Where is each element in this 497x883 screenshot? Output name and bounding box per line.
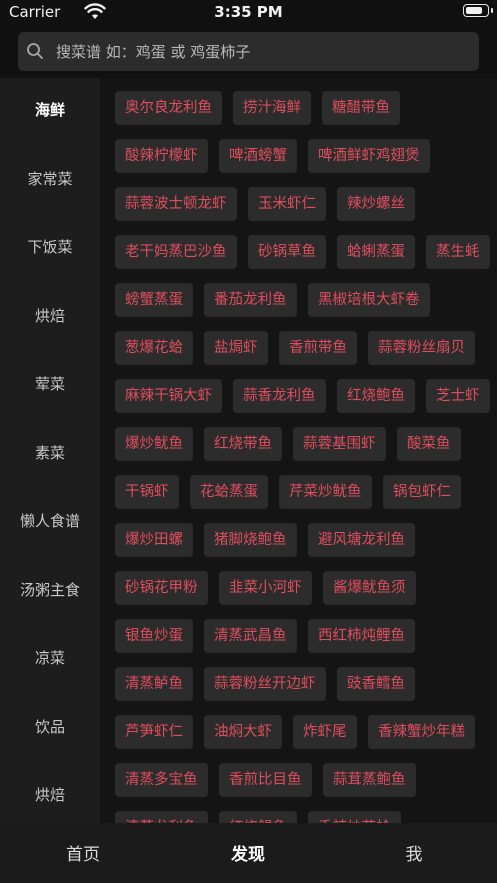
recipe-chip[interactable]: 香辣蟹炒年糕	[368, 715, 475, 749]
recipe-chip[interactable]: 蒜蓉粉丝扇贝	[368, 331, 475, 365]
recipe-chip[interactable]: 奥尔良龙利鱼	[115, 91, 222, 125]
tab-item[interactable]: 我	[369, 840, 459, 865]
sidebar-category-item[interactable]: 荤菜	[0, 369, 100, 399]
recipe-chip[interactable]: 爆炒鱿鱼	[115, 427, 193, 461]
sidebar-category-item[interactable]: 饮品	[0, 712, 100, 742]
sidebar-category-item[interactable]: 下饭菜	[0, 232, 100, 262]
recipe-chip[interactable]: 番茄龙利鱼	[204, 283, 297, 317]
recipe-chip[interactable]: 蛤蜊蒸蛋	[337, 235, 415, 269]
recipe-chip[interactable]: 香辣炒花蛤	[308, 811, 401, 823]
recipe-chip[interactable]: 清蒸武昌鱼	[204, 619, 297, 653]
recipe-chip[interactable]: 香煎带鱼	[279, 331, 357, 365]
recipe-chip[interactable]: 锅包虾仁	[383, 475, 461, 509]
recipe-chip[interactable]: 红烧鲳鱼	[219, 811, 297, 823]
recipe-chip[interactable]: 蒜蓉波士顿龙虾	[115, 187, 237, 221]
search-bar[interactable]	[18, 32, 479, 71]
recipe-chip[interactable]: 芹菜炒鱿鱼	[279, 475, 372, 509]
recipe-chip[interactable]: 油焖大虾	[204, 715, 282, 749]
recipe-chip[interactable]: 干锅虾	[115, 475, 179, 509]
recipe-chip[interactable]: 避风塘龙利鱼	[308, 523, 415, 557]
sidebar-category-item[interactable]: 汤粥主食	[0, 575, 100, 605]
recipe-chip[interactable]: 蒜茸蒸鲍鱼	[323, 763, 416, 797]
recipe-chip[interactable]: 辣炒螺丝	[337, 187, 415, 221]
search-icon	[27, 43, 43, 59]
status-bar: Carrier 3:35 PM	[0, 0, 497, 24]
sidebar-category-item[interactable]: 家常菜	[0, 164, 100, 194]
battery-level	[466, 7, 483, 14]
recipe-chip[interactable]: 西红柿炖鲤鱼	[308, 619, 415, 653]
recipe-chip[interactable]: 红烧鲍鱼	[337, 379, 415, 413]
recipe-chip[interactable]: 葱爆花蛤	[115, 331, 193, 365]
recipe-chip[interactable]: 蒜蓉基围虾	[293, 427, 386, 461]
recipe-chip[interactable]: 酸辣柠檬虾	[115, 139, 208, 173]
sidebar-category-item[interactable]: 懒人食谱	[0, 506, 100, 536]
recipe-chip[interactable]: 糖醋带鱼	[322, 91, 400, 125]
recipe-chip[interactable]: 啤酒鲜虾鸡翅煲	[308, 139, 430, 173]
recipe-chip[interactable]: 花蛤蒸蛋	[190, 475, 268, 509]
recipe-chip[interactable]: 老干妈蒸巴沙鱼	[115, 235, 237, 269]
sidebar-category-item[interactable]: 素菜	[0, 438, 100, 468]
recipe-chip[interactable]: 清蒸龙利鱼	[115, 811, 208, 823]
sidebar-category-item[interactable]: 海鲜	[0, 95, 100, 125]
recipe-chip[interactable]: 酱爆鱿鱼须	[323, 571, 416, 605]
recipe-chip[interactable]: 红烧带鱼	[204, 427, 282, 461]
recipe-chip[interactable]: 韭菜小河虾	[219, 571, 312, 605]
recipe-chip[interactable]: 芝士虾	[426, 379, 490, 413]
recipe-chip[interactable]: 清蒸多宝鱼	[115, 763, 208, 797]
recipe-chip[interactable]: 砂锅花甲粉	[115, 571, 208, 605]
recipe-chip[interactable]: 黑椒培根大虾卷	[308, 283, 430, 317]
recipe-chip[interactable]: 蒜蓉粉丝开边虾	[204, 667, 326, 701]
battery-icon	[463, 4, 493, 17]
recipe-chip[interactable]: 爆炒田螺	[115, 523, 193, 557]
recipe-chip[interactable]: 豉香鳕鱼	[337, 667, 415, 701]
recipe-chip[interactable]: 香煎比目鱼	[219, 763, 312, 797]
recipe-chip[interactable]: 螃蟹蒸蛋	[115, 283, 193, 317]
recipe-chip[interactable]: 捞汁海鲜	[233, 91, 311, 125]
recipe-chip[interactable]: 啤酒螃蟹	[219, 139, 297, 173]
search-input[interactable]	[56, 32, 471, 71]
sidebar-category-item[interactable]: 烘焙	[0, 301, 100, 331]
recipe-chip[interactable]: 砂锅草鱼	[248, 235, 326, 269]
sidebar-category-item[interactable]: 凉菜	[0, 643, 100, 673]
category-sidebar: 海鲜 家常菜 下饭菜 烘焙 荤菜 素菜 懒人食谱 汤粥主食 凉菜 饮品 烘焙	[0, 78, 100, 823]
recipe-chip[interactable]: 银鱼炒蛋	[115, 619, 193, 653]
recipe-chip[interactable]: 酸菜鱼	[397, 427, 461, 461]
recipe-chip[interactable]: 麻辣干锅大虾	[115, 379, 222, 413]
recipe-chip[interactable]: 玉米虾仁	[248, 187, 326, 221]
recipe-chip[interactable]: 炸虾尾	[293, 715, 357, 749]
recipe-chip[interactable]: 清蒸鲈鱼	[115, 667, 193, 701]
tab-item[interactable]: 发现	[203, 840, 293, 865]
tab-item[interactable]: 首页	[38, 840, 128, 865]
recipe-chip[interactable]: 猪脚烧鲍鱼	[204, 523, 297, 557]
clock: 3:35 PM	[214, 3, 283, 21]
recipe-list: 奥尔良龙利鱼 捞汁海鲜 糖醋带鱼酸辣柠檬虾 啤酒螃蟹 啤酒鲜虾鸡翅煲蒜蓉波士顿龙虾 玉米虾…	[100, 78, 497, 823]
recipe-chip[interactable]: 芦笋虾仁	[115, 715, 193, 749]
recipe-chip[interactable]: 蒜香龙利鱼	[233, 379, 326, 413]
tab-bar: 首页 发现 我	[0, 823, 497, 883]
sidebar-category-item[interactable]: 烘焙	[0, 780, 100, 810]
recipe-chip[interactable]: 盐焗虾	[204, 331, 268, 365]
recipe-chip[interactable]: 蒸生蚝	[426, 235, 490, 269]
